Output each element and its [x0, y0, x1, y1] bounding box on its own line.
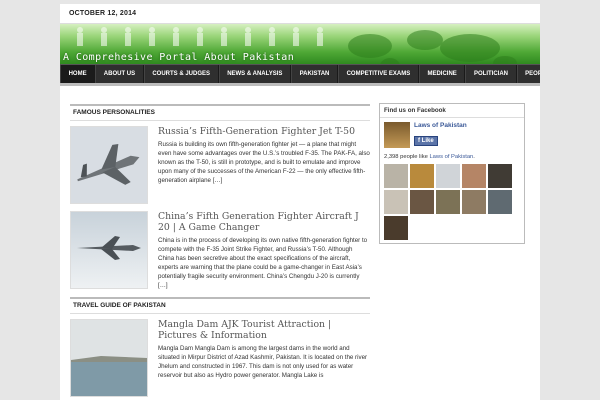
section-heading-travel[interactable]: TRAVEL GUIDE OF PAKISTAN [70, 297, 370, 314]
page-container: OCTOBER 12, 2014 A Comprehesive Portal A… [60, 4, 540, 400]
like-label: Like [421, 138, 434, 144]
post-excerpt: Mangla Dam Mangla Dam is among the large… [158, 345, 368, 379]
avatar[interactable] [488, 164, 512, 188]
nav-item-home[interactable]: HOME [60, 65, 96, 83]
facebook-widget-heading: Find us on Facebook [380, 104, 524, 118]
section-heading-famous[interactable]: FAMOUS PERSONALITIES [70, 104, 370, 121]
nav-subbar [60, 83, 540, 86]
avatar[interactable] [436, 190, 460, 214]
nav-item-news-analysis[interactable]: NEWS & ANALYSIS [218, 65, 292, 83]
avatar[interactable] [462, 190, 486, 214]
nav-item-pakistan[interactable]: PAKISTAN [291, 65, 338, 83]
nav-item-politician[interactable]: POLITICIAN [465, 65, 517, 83]
post-thumbnail-j20-aircraft[interactable] [70, 211, 148, 289]
like-count-text: 2,398 people like [384, 154, 430, 160]
avatar[interactable] [410, 190, 434, 214]
main-content: FAMOUS PERSONALITIES Russia’s Fifth-Gene… [70, 104, 370, 400]
sidebar: Find us on Facebook Laws of Pakistan f L… [379, 103, 525, 244]
like-button[interactable]: f Like [414, 136, 438, 146]
post-excerpt: Russia is building its own fifth-generat… [158, 141, 370, 184]
nav-item-courts-judges[interactable]: COURTS & JUDGES [143, 65, 219, 83]
post-item: Mangla Dam AJK Tourist Attraction | Pict… [70, 319, 370, 397]
avatar[interactable] [384, 216, 408, 240]
post-item: China’s Fifth Generation Fighter Aircraf… [70, 211, 370, 290]
fan-avatars [384, 164, 520, 240]
facebook-page-name[interactable]: Laws of Pakistan [414, 122, 467, 129]
world-map-graphic [348, 30, 517, 64]
post-thumbnail-fighter-jet[interactable] [70, 126, 148, 204]
nav-item-competitive-exams[interactable]: COMPETITIVE EXAMS [337, 65, 419, 83]
nav-item-about-us[interactable]: ABOUT US [95, 65, 144, 83]
facebook-widget: Find us on Facebook Laws of Pakistan f L… [379, 103, 525, 244]
site-slogan: A Comprehesive Portal About Pakistan [63, 52, 295, 63]
avatar[interactable] [384, 164, 408, 188]
avatar[interactable] [384, 190, 408, 214]
site-banner[interactable]: A Comprehesive Portal About Pakistan [60, 24, 540, 64]
post-item: Russia’s Fifth-Generation Fighter Jet T-… [70, 126, 370, 204]
like-count: 2,398 people like Laws of Pakistan. [384, 154, 520, 160]
post-title[interactable]: Russia’s Fifth-Generation Fighter Jet T-… [158, 126, 370, 137]
post-title[interactable]: Mangla Dam AJK Tourist Attraction | Pict… [158, 319, 370, 341]
like-count-end: . [473, 154, 475, 160]
main-navigation: HOME ABOUT US COURTS & JUDGES NEWS & ANA… [60, 64, 540, 83]
avatar[interactable] [410, 164, 434, 188]
post-excerpt: China is in the process of developing it… [158, 237, 368, 289]
nav-item-medicine[interactable]: MEDICINE [418, 65, 466, 83]
header-date: OCTOBER 12, 2014 [60, 4, 540, 24]
post-thumbnail-mangla-dam[interactable] [70, 319, 148, 397]
nav-item-people[interactable]: PEOPLE [516, 65, 540, 83]
like-count-page-link[interactable]: Laws of Pakistan [429, 154, 473, 160]
avatar[interactable] [462, 164, 486, 188]
post-title[interactable]: China’s Fifth Generation Fighter Aircraf… [158, 211, 370, 233]
avatar[interactable] [488, 190, 512, 214]
avatar[interactable] [436, 164, 460, 188]
page-logo[interactable] [384, 122, 410, 148]
